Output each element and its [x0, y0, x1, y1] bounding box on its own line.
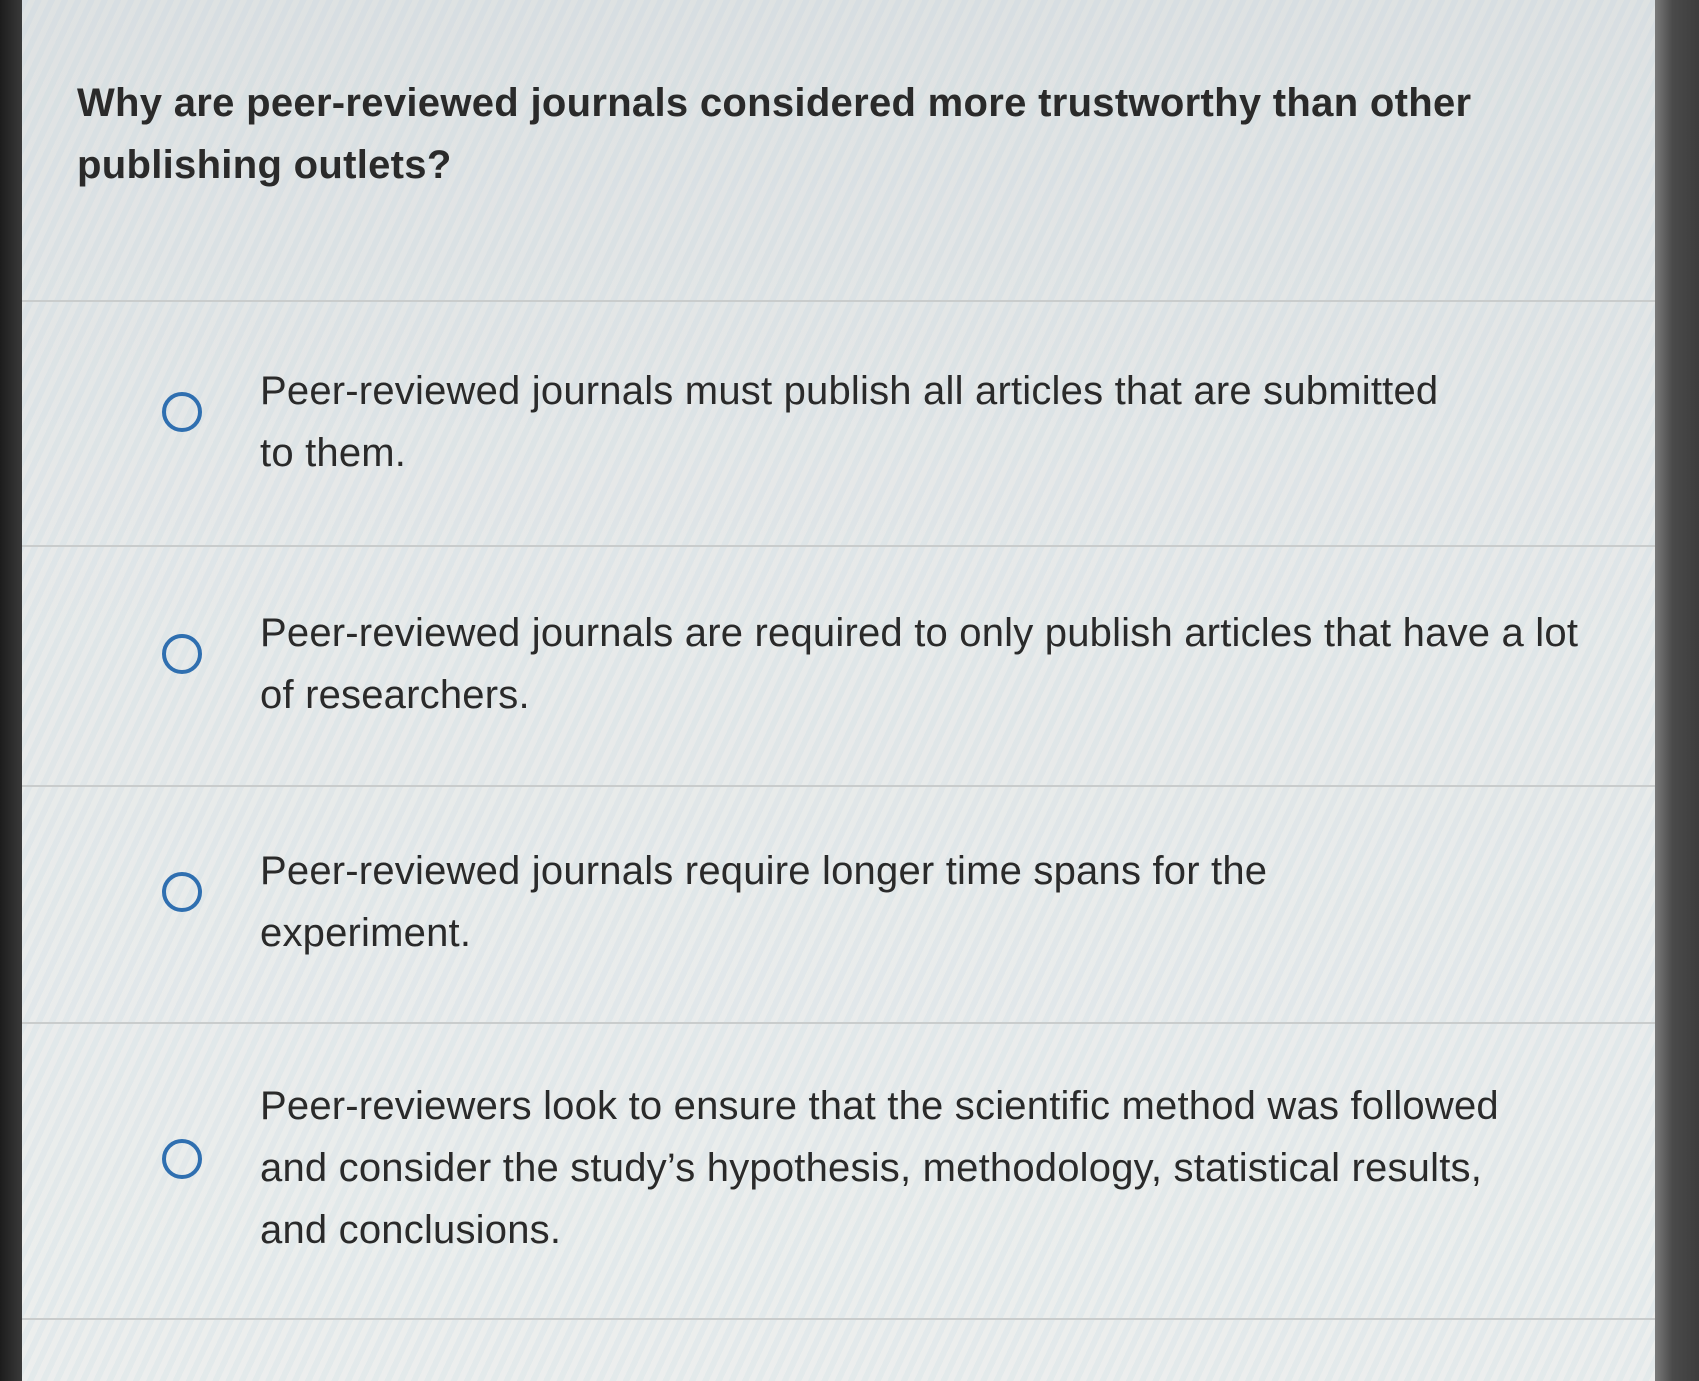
monitor-bezel-left: [0, 0, 22, 1381]
divider: [22, 1318, 1655, 1320]
answer-option-4[interactable]: Peer-reviewers look to ensure that the s…: [162, 1075, 1612, 1261]
answer-option-1[interactable]: Peer-reviewed journals must publish all …: [162, 360, 1612, 484]
answer-option-label: Peer-reviewed journals are required to o…: [260, 611, 1579, 717]
divider: [22, 300, 1655, 302]
answer-option-label: Peer-reviewed journals must publish all …: [260, 369, 1439, 475]
question-text: Why are peer-reviewed journals considere…: [77, 81, 1472, 187]
answer-option-label: Peer-reviewed journals require longer ti…: [260, 849, 1268, 955]
answer-option-2[interactable]: Peer-reviewed journals are required to o…: [162, 602, 1612, 726]
answer-option-label: Peer-reviewers look to ensure that the s…: [260, 1084, 1499, 1252]
radio-button-icon[interactable]: [162, 1139, 202, 1179]
radio-button-icon[interactable]: [162, 634, 202, 674]
quiz-screen: Why are peer-reviewed journals considere…: [22, 0, 1655, 1381]
monitor-bezel-right: [1655, 0, 1699, 1381]
radio-button-icon[interactable]: [162, 872, 202, 912]
divider: [22, 545, 1655, 547]
divider: [22, 1022, 1655, 1024]
answer-option-3[interactable]: Peer-reviewed journals require longer ti…: [162, 840, 1612, 964]
radio-button-icon[interactable]: [162, 392, 202, 432]
divider: [22, 785, 1655, 787]
